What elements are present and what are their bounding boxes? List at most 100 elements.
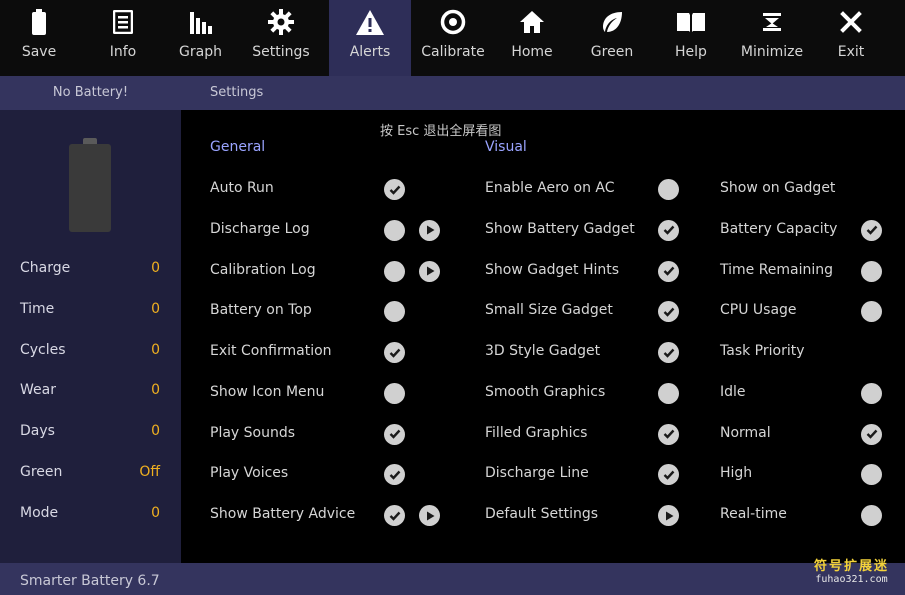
stat-time: Time 0	[20, 301, 160, 321]
toggle-real-time[interactable]	[861, 505, 882, 526]
toggle-play-sounds[interactable]	[384, 423, 405, 445]
setting-label-battery-on-top: Battery on Top	[210, 302, 312, 319]
toolbar-label: Help	[675, 44, 707, 60]
stat-label: Green	[20, 464, 63, 480]
toolbar-green-button[interactable]: Green	[569, 0, 655, 76]
stat-label: Mode	[20, 505, 59, 521]
stat-value: 0	[151, 301, 160, 317]
toggle-show-gadget-hints[interactable]	[658, 260, 679, 282]
stat-label: Cycles	[20, 342, 66, 358]
toggle-time-remaining[interactable]	[861, 260, 882, 282]
toolbar-calibrate-button[interactable]: Calibrate	[411, 0, 495, 76]
toggle-cpu-usage[interactable]	[861, 301, 882, 323]
toggle-idle[interactable]	[861, 382, 882, 404]
toolbar-label: Alerts	[349, 44, 391, 60]
toggle-discharge-log[interactable]	[384, 219, 405, 241]
stat-green: Green Off	[20, 464, 160, 484]
toggle-show-battery-advice[interactable]	[384, 505, 405, 526]
setting-label-enable-aero-on-ac: Enable Aero on AC	[485, 180, 615, 196]
section-general-heading: General	[210, 139, 266, 155]
toolbar-label: Exit	[837, 44, 865, 60]
toggle-calibration-log[interactable]	[384, 260, 405, 282]
setting-label-real-time: Real-time	[720, 506, 787, 522]
leaf-icon	[600, 0, 624, 44]
toolbar-label: Save	[21, 44, 57, 60]
book-icon	[676, 0, 706, 44]
setting-label-discharge-log: Discharge Log	[210, 220, 310, 237]
toggle-show-icon-menu[interactable]	[384, 382, 405, 404]
toggle-discharge-line[interactable]	[658, 464, 679, 486]
setting-label-exit-confirmation: Exit Confirmation	[210, 343, 332, 359]
stat-label: Time	[20, 301, 55, 317]
left-panel: Charge 0 Time 0 Cycles 0 Wear 0 Days 0 Green O…	[0, 110, 181, 563]
toggle-high[interactable]	[861, 464, 882, 486]
toolbar: Save Info Graph Settings Alerts Calibrat…	[0, 0, 905, 76]
fullscreen-hint: 按 Esc 退出全屏看图	[380, 124, 502, 139]
stat-label: Charge	[20, 260, 71, 276]
toolbar-graph-button[interactable]: Graph	[168, 0, 233, 76]
toggle-play-voices[interactable]	[384, 464, 405, 486]
toggle-battery-capacity[interactable]	[861, 219, 882, 241]
setting-label-play-voices: Play Voices	[210, 465, 289, 482]
section-visual-heading: Visual	[485, 139, 527, 155]
app-version: Smarter Battery 6.7	[20, 573, 160, 589]
setting-label-show-gadget-hints: Show Gadget Hints	[485, 261, 620, 278]
setting-label-auto-run: Auto Run	[210, 180, 274, 196]
setting-label-normal: Normal	[720, 424, 771, 441]
toolbar-home-button[interactable]: Home	[495, 0, 569, 76]
toolbar-help-button[interactable]: Help	[655, 0, 727, 76]
toolbar-settings-button[interactable]: Settings	[233, 0, 329, 76]
toggle-filled-graphics[interactable]	[658, 423, 679, 445]
play-default-settings-button[interactable]	[658, 505, 679, 526]
stat-label: Wear	[20, 382, 56, 398]
toggle-enable-aero-on-ac[interactable]	[658, 179, 679, 200]
toggle-auto-run[interactable]	[384, 179, 405, 200]
battery-level-icon	[69, 138, 111, 232]
watermark-url: fuhao321.com	[815, 574, 888, 585]
stat-value: 0	[151, 260, 160, 276]
toolbar-exit-button[interactable]: Exit	[817, 0, 885, 76]
setting-label-default-settings: Default Settings	[485, 506, 599, 522]
watermark-title: 符号扩展迷	[813, 559, 889, 574]
hourglass-icon	[762, 0, 782, 44]
setting-label-discharge-line: Discharge Line	[485, 465, 589, 482]
stat-value: 0	[151, 342, 160, 358]
watermark: 符号扩展迷 fuhao321.com	[814, 555, 889, 585]
setting-label-3d-style-gadget: 3D Style Gadget	[485, 343, 601, 359]
setting-label-battery-capacity: Battery Capacity	[720, 220, 838, 237]
toggle-small-size-gadget[interactable]	[658, 301, 679, 323]
toggle-normal[interactable]	[861, 423, 882, 445]
stat-wear: Wear 0	[20, 382, 160, 402]
play-discharge-log-button[interactable]	[419, 219, 440, 241]
setting-label-cpu-usage: CPU Usage	[720, 302, 797, 319]
header-bar: No Battery! Settings	[0, 76, 905, 110]
setting-label-small-size-gadget: Small Size Gadget	[485, 302, 613, 319]
toolbar-minimize-button[interactable]: Minimize	[727, 0, 817, 76]
stat-value: 0	[151, 505, 160, 521]
toolbar-label: Minimize	[740, 44, 804, 60]
setting-label-smooth-graphics: Smooth Graphics	[485, 383, 606, 400]
stat-cycles: Cycles 0	[20, 342, 160, 362]
toolbar-label: Info	[109, 44, 137, 60]
footer-bar: Smarter Battery 6.7 符号扩展迷 fuhao321.com	[0, 559, 905, 595]
toolbar-label: Calibrate	[421, 44, 485, 60]
toolbar-alerts-button[interactable]: Alerts	[329, 0, 411, 76]
bar-chart-icon	[189, 0, 212, 44]
stat-days: Days 0	[20, 423, 160, 443]
toggle-battery-on-top[interactable]	[384, 301, 405, 323]
document-icon	[113, 0, 133, 44]
play-calibration-log-button[interactable]	[419, 260, 440, 282]
toggle-smooth-graphics[interactable]	[658, 382, 679, 404]
toolbar-info-button[interactable]: Info	[78, 0, 168, 76]
battery-status-text: No Battery!	[52, 85, 129, 100]
stat-value: Off	[139, 464, 160, 480]
setting-label-play-sounds: Play Sounds	[210, 424, 296, 441]
toggle-3d-style-gadget[interactable]	[658, 342, 679, 363]
toggle-exit-confirmation[interactable]	[384, 342, 405, 363]
play-show-battery-advice-button[interactable]	[419, 505, 440, 526]
toolbar-label: Settings	[252, 44, 310, 60]
stat-value: 0	[151, 382, 160, 398]
setting-label-show-battery-advice: Show Battery Advice	[210, 506, 356, 522]
toolbar-save-button[interactable]: Save	[0, 0, 78, 76]
toggle-show-battery-gadget[interactable]	[658, 219, 679, 241]
